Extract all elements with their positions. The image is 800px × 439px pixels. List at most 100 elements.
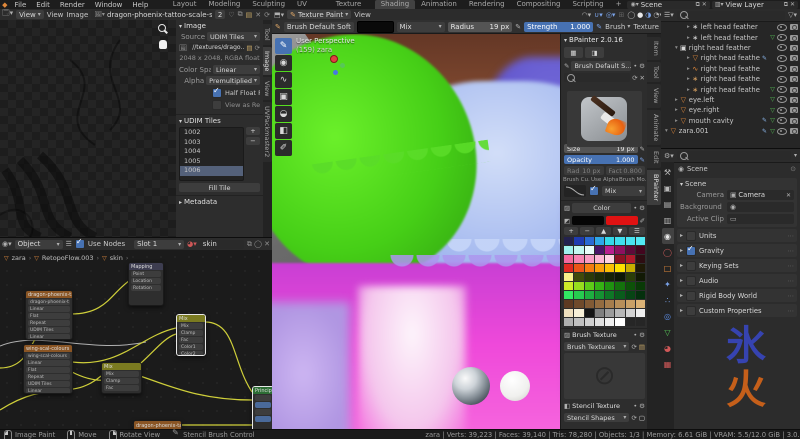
eyedropper-icon[interactable]: ✐ [640,217,645,225]
falloff-curve-widget[interactable] [564,185,586,197]
properties-search-field[interactable] [677,151,791,160]
material-name-field[interactable]: skin [200,240,244,249]
remove-tile-button[interactable]: − [246,137,260,145]
palette-color-swatch[interactable] [585,300,594,308]
palette-color-swatch[interactable] [585,291,594,299]
use-nodes-checkbox[interactable] [75,239,85,249]
palette-color-swatch[interactable] [595,246,604,254]
view-as-render-checkbox[interactable] [212,100,222,110]
image-menu[interactable]: Image [66,11,88,19]
tool-button[interactable]: ∿ [275,72,292,88]
palette-color-swatch[interactable] [636,291,645,299]
clear-icon[interactable]: ✕ [640,74,645,82]
view-menu[interactable]: View [47,11,64,19]
palette-color-swatch[interactable] [564,273,573,281]
palette-color-swatch[interactable] [564,264,573,272]
expand-caret[interactable]: ▸ [661,24,690,30]
gear-icon[interactable]: ⚙ [639,62,645,70]
paint-layers-icon-button[interactable]: ▦ [564,47,583,58]
gear-icon[interactable]: ⚙ [639,204,645,212]
palette-color-swatch[interactable] [595,282,604,290]
hide-viewport-icon[interactable] [777,107,787,114]
palette-color-swatch[interactable] [615,255,624,263]
panel-checkbox[interactable] [686,276,696,286]
brush-icon[interactable]: ✎ [275,23,281,31]
palette-color-swatch[interactable] [626,282,635,290]
tool-button[interactable]: ◧ [275,123,292,139]
background-scene-field[interactable]: ◉ [727,202,794,212]
outliner-row[interactable]: ▸ ▽ eye.left ▽ [661,95,800,105]
opacity-slider[interactable]: Opacity1.000 [564,155,638,164]
shader-type-dropdown[interactable]: Object▾ [15,240,63,249]
workspace-tab[interactable]: Scripting [566,0,609,9]
expand-caret[interactable]: ▸ [661,118,678,124]
expand-caret[interactable]: ▾ [661,45,678,51]
object-name[interactable]: right head feather guide [701,65,760,73]
panel-checkbox[interactable] [686,291,696,301]
gear-icon[interactable]: ⚙ [639,331,645,339]
panel-checkbox[interactable] [686,261,696,271]
material-preview-sphere[interactable] [452,367,490,405]
disable-render-icon[interactable] [790,24,798,30]
hide-viewport-icon[interactable] [777,128,787,135]
expand-caret[interactable]: ▾ [661,128,668,134]
menu-item[interactable]: Help [127,1,153,9]
palette-color-swatch[interactable] [564,246,573,254]
breadcrumb-item[interactable]: zara [12,254,26,262]
primary-color-swatch[interactable] [572,216,604,225]
menu-icon[interactable]: ☰ [66,240,72,248]
fill-tile-button[interactable]: Fill Tile [179,183,260,192]
palette-color-swatch[interactable] [595,291,604,299]
palette-color-swatch[interactable] [605,237,614,245]
outliner-row[interactable]: ▸ ∗ right head feather hook [661,74,800,84]
view-menu[interactable]: View [354,11,371,19]
brush-menu[interactable]: Brush▾ [605,23,630,31]
expand-caret[interactable]: ▸ [661,55,690,61]
palette-color-swatch[interactable] [626,273,635,281]
palette-color-swatch[interactable] [605,255,614,263]
brush-search-field[interactable] [564,73,630,82]
color-panel-dropdown[interactable]: Color [572,203,631,213]
breadcrumb-scene[interactable]: Scene [687,165,708,173]
properties-tab[interactable]: ∴ [662,292,674,308]
palette-color-swatch[interactable] [595,255,604,263]
copy-icon[interactable]: ⧉ [238,10,243,19]
palette-color-swatch[interactable] [605,246,614,254]
palette-color-swatch[interactable] [626,255,635,263]
strength-pressure-icon[interactable]: ✎ [596,23,602,31]
disable-render-icon[interactable] [790,118,798,124]
palette-add-button[interactable]: + [564,227,578,235]
workspace-tab[interactable]: Texture Paint [330,0,375,9]
disable-render-icon[interactable] [790,97,798,103]
collapsed-panel-header[interactable]: ▸ Gravity ⋯ [677,244,797,257]
unlink-icon[interactable]: ✕ [255,11,261,19]
udim-tile-row[interactable]: 1005 [180,157,243,167]
zoom-gizmo-icon[interactable] [158,24,168,34]
hide-viewport-icon[interactable] [777,34,787,41]
npanel-tab[interactable]: View [647,84,661,107]
palette-color-swatch[interactable] [626,237,635,245]
workspace-tab[interactable]: Layout [167,0,203,9]
disable-render-icon[interactable] [790,87,798,93]
palette-move-down-button[interactable]: ▼ [613,227,627,235]
reload-icon[interactable]: ⟳ [255,44,260,52]
sidebar-tab[interactable]: Tool [263,24,272,45]
sidebar-tab[interactable]: View [263,77,272,100]
refresh-icon[interactable]: ⟳ [631,414,636,422]
workspace-tab[interactable]: Rendering [463,0,511,9]
palette-color-swatch[interactable] [636,255,645,263]
npanel-tab[interactable]: Edit [647,147,661,168]
object-name[interactable]: eye.left [689,96,760,104]
solid-shading-icon[interactable]: ● [637,11,643,19]
image-users-count[interactable]: 2 [215,10,225,19]
radius-pressure-icon[interactable]: ✎ [515,23,521,31]
outliner-row[interactable]: ▸ ∗ right head feather rig ▽ [661,84,800,94]
expand-caret[interactable]: ▸ [661,97,678,103]
palette-color-swatch[interactable] [605,318,614,326]
folder-icon[interactable]: ▤ [246,44,252,52]
npanel-tab[interactable]: Tool [647,62,661,83]
refresh-icon[interactable]: ⟳ [632,74,637,82]
blender-logo-icon[interactable]: ◆ [0,1,10,9]
sidebar-tab[interactable]: Image [263,47,272,75]
npanel-tab[interactable]: BPainter [647,170,661,205]
